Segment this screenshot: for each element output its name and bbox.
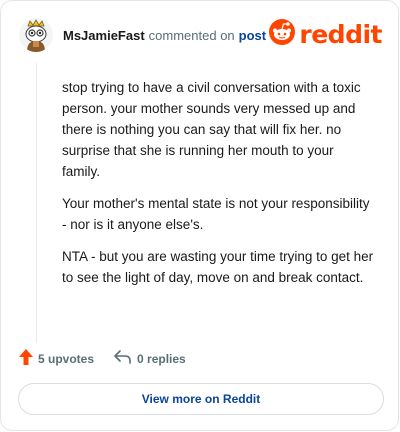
reddit-snoo-icon — [269, 19, 296, 50]
comment-paragraph: NTA - but you are wasting your time tryi… — [62, 249, 374, 285]
upvote-count: 5 upvotes — [38, 351, 95, 366]
comment-header: MsJamieFast commented on post reddit — [19, 15, 382, 55]
username-link[interactable]: MsJamieFast — [63, 28, 145, 43]
reply-arrow-icon — [114, 350, 132, 367]
comment-paragraph: stop trying to have a civil conversation… — [62, 80, 361, 179]
comment-actions: 5 upvotes 0 replies — [19, 349, 186, 368]
comment-meta: MsJamieFast commented on post — [63, 28, 266, 43]
reply-button[interactable]: 0 replies — [114, 350, 186, 367]
upvote-button[interactable]: 5 upvotes — [19, 349, 94, 368]
snoo-avatar-icon[interactable] — [19, 18, 53, 52]
comment-paragraph: Your mother's mental state is not your r… — [62, 196, 370, 232]
comment-body: stop trying to have a civil conversation… — [62, 77, 374, 299]
view-more-button[interactable]: View more on Reddit — [18, 383, 384, 415]
reply-count: 0 replies — [137, 351, 186, 366]
thread-line — [36, 63, 37, 343]
reddit-wordmark: reddit — [299, 20, 382, 49]
comment-embed-card: MsJamieFast commented on post reddit sto… — [0, 0, 399, 431]
reddit-logo[interactable]: reddit — [269, 19, 382, 50]
upvote-arrow-icon — [19, 349, 33, 368]
post-link[interactable]: post — [239, 28, 266, 43]
action-text: commented on — [148, 27, 235, 43]
